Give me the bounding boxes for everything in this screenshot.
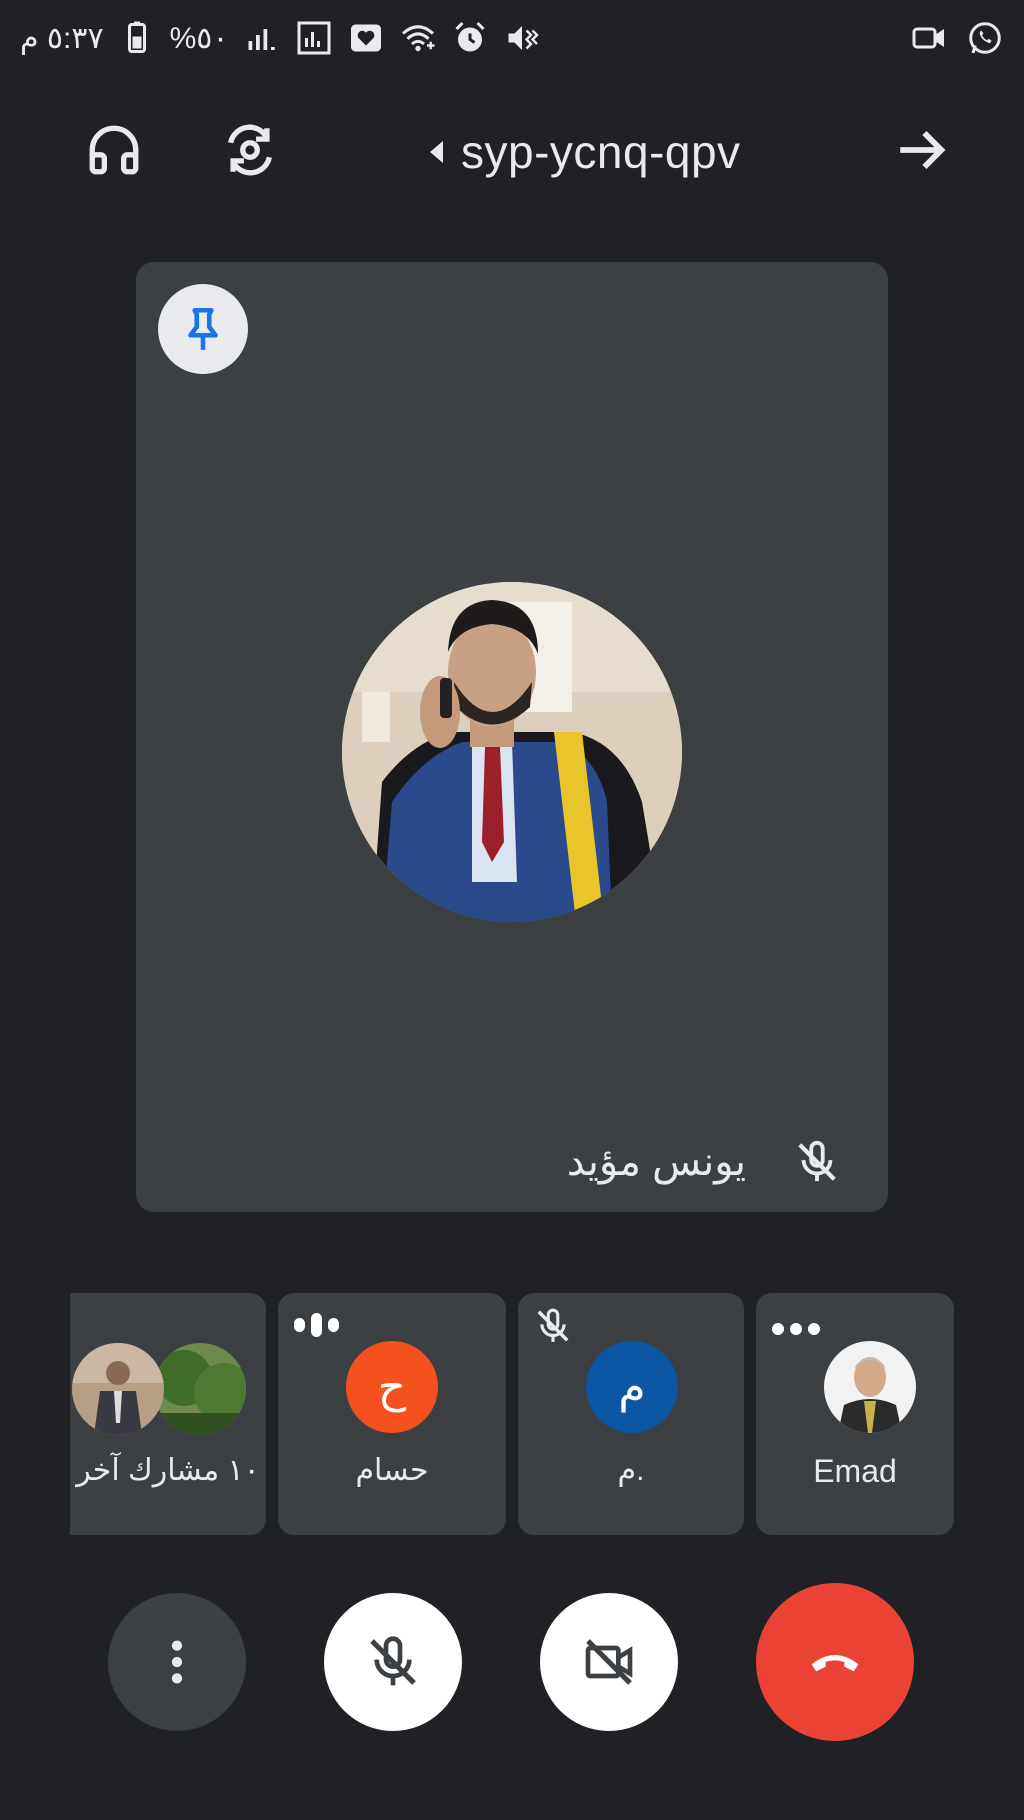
end-call-button[interactable] xyxy=(756,1583,914,1741)
participant-letter-avatar: م xyxy=(586,1341,678,1433)
status-bar: ٥:٣٧ م %٥٠ xyxy=(0,0,1024,78)
alarm-icon xyxy=(451,19,489,57)
other-participants-tile[interactable]: ١٠ مشارك آخر xyxy=(70,1293,266,1535)
whatsapp-icon xyxy=(966,19,1004,57)
participant-photo-avatar xyxy=(824,1341,916,1433)
camera-off-icon xyxy=(585,1639,633,1685)
participant-photo-avatar xyxy=(72,1343,164,1435)
battery-percent: %٥٠ xyxy=(169,21,229,55)
more-options-icon xyxy=(171,1640,183,1684)
microphone-toggle-button[interactable] xyxy=(324,1593,462,1731)
unpin-button[interactable] xyxy=(158,284,248,374)
status-time: ٥:٣٧ م xyxy=(20,21,104,55)
participant-name: م. xyxy=(617,1454,645,1487)
participant-tile[interactable]: Emad xyxy=(756,1293,954,1535)
mic-off-icon xyxy=(370,1636,416,1686)
video-call-icon xyxy=(910,19,948,57)
wifi-icon xyxy=(399,19,437,57)
expand-caret-icon xyxy=(430,141,443,163)
status-bar-right xyxy=(910,16,1004,60)
signal-icon xyxy=(243,19,281,57)
participant-photo-avatar xyxy=(154,1343,246,1435)
audio-output-button[interactable] xyxy=(82,118,146,182)
pinned-participant-tile[interactable]: يونس مؤيد xyxy=(136,262,888,1212)
participant-tile[interactable]: ح حسام xyxy=(278,1293,506,1535)
status-bar-left: ٥:٣٧ م %٥٠ xyxy=(20,16,541,60)
call-controls xyxy=(0,1580,1024,1750)
speaking-icon xyxy=(294,1313,339,1337)
switch-camera-button[interactable] xyxy=(218,118,282,182)
leave-arrow-button[interactable] xyxy=(890,118,954,182)
battery-icon xyxy=(118,19,156,57)
heart-notification-icon xyxy=(347,19,385,57)
participant-tile[interactable]: م م. xyxy=(518,1293,744,1535)
meeting-code-button[interactable]: syp-ycnq-qpv xyxy=(430,124,741,180)
switch-camera-icon xyxy=(228,124,272,176)
participant-name: ١٠ مشارك آخر xyxy=(76,1454,260,1487)
arrow-right-icon xyxy=(900,131,946,169)
headphones-icon xyxy=(89,125,139,175)
meeting-code: syp-ycnq-qpv xyxy=(461,126,741,178)
pin-icon xyxy=(188,307,218,350)
vibrate-icon xyxy=(503,19,541,57)
end-call-icon xyxy=(811,1655,859,1672)
participants-strip: ١٠ مشارك آخر ح حسام م م. Emad xyxy=(70,1293,954,1535)
meeting-top-bar: syp-ycnq-qpv xyxy=(0,100,1024,200)
more-dots-icon[interactable] xyxy=(772,1323,820,1335)
participant-avatar-photo xyxy=(342,582,682,922)
camera-toggle-button[interactable] xyxy=(540,1593,678,1731)
pinned-participant-label: يونس مؤيد xyxy=(567,1132,840,1192)
participant-name: حسام xyxy=(355,1454,429,1487)
more-options-button[interactable] xyxy=(108,1593,246,1731)
participant-letter-avatar: ح xyxy=(346,1341,438,1433)
participant-name: Emad xyxy=(813,1453,897,1489)
pinned-participant-name: يونس مؤيد xyxy=(566,1140,746,1184)
signal-box-icon xyxy=(295,19,333,57)
mic-off-icon xyxy=(798,1140,836,1182)
mic-off-icon xyxy=(534,1307,572,1350)
